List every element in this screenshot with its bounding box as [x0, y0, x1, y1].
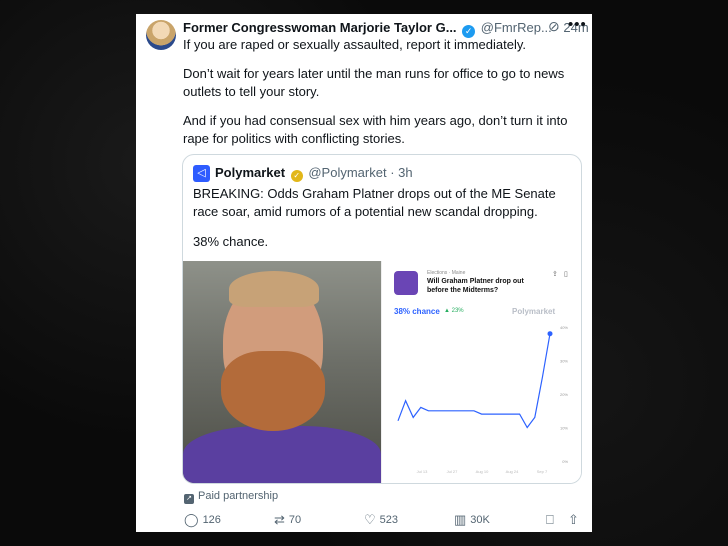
paid-partnership: ↗ Paid partnership: [184, 490, 278, 504]
x-tick-label: Jul 13: [417, 469, 428, 474]
quote-handle[interactable]: @Polymarket: [308, 165, 386, 180]
quote-header: Polymarket ✓ @Polymarket · 3h: [215, 165, 413, 182]
views-icon: ▥: [454, 512, 467, 527]
paid-partnership-icon: ↗: [184, 494, 194, 504]
paid-partnership-label: Paid partnership: [198, 490, 279, 502]
y-tick-label: 40%: [560, 325, 568, 330]
quote-paragraph: 38% chance.: [193, 234, 269, 249]
tweet-paragraph: And if you had consensual sex with him y…: [183, 113, 568, 146]
tweet-paragraph: Don’t wait for years later until the man…: [183, 66, 565, 99]
odds-series-line: [397, 333, 551, 429]
verified-org-badge-icon: ✓: [290, 170, 303, 182]
x-tick-label: Jul 27: [447, 469, 458, 474]
tweet-text: If you are raped or sexually assaulted, …: [183, 36, 583, 159]
x-tick-label: Aug 24: [506, 469, 519, 474]
like-button[interactable]: ♡ 523: [364, 512, 398, 528]
x-tick-label: Aug 10: [476, 469, 489, 474]
author-name[interactable]: Former Congresswoman Marjorie Taylor G..…: [183, 20, 457, 35]
reply-count: 126: [202, 514, 221, 526]
author-handle[interactable]: @FmrRep...: [481, 20, 552, 35]
view-count: 30K: [470, 514, 490, 526]
more-options-icon[interactable]: •••: [568, 16, 587, 33]
y-tick-label: 20%: [560, 392, 568, 397]
quoted-tweet[interactable]: ◁ Polymarket ✓ @Polymarket · 3h BREAKING…: [182, 154, 582, 484]
quote-text: BREAKING: Odds Graham Platner drops out …: [193, 185, 573, 263]
market-card[interactable]: Elections · Maine Will Graham Platner dr…: [381, 261, 581, 483]
reply-icon: ◯: [184, 512, 199, 527]
latest-value-point: [547, 331, 553, 337]
quote-time[interactable]: 3h: [398, 165, 412, 180]
y-tick-label: 10%: [560, 426, 568, 431]
beard-shape: [221, 351, 325, 431]
quote-paragraph: BREAKING: Odds Graham Platner drops out …: [193, 186, 556, 219]
repost-button[interactable]: ⇄ 70: [274, 512, 301, 528]
share-icon: ⇧: [568, 512, 579, 527]
x-tick-label: Sep 7: [537, 469, 548, 474]
grok-icon[interactable]: ⊘: [548, 18, 560, 35]
tweet-paragraph: If you are raped or sexually assaulted, …: [183, 37, 526, 52]
hair-shape: [229, 271, 319, 307]
y-tick-label: 0%: [562, 459, 568, 464]
views-button[interactable]: ▥ 30K: [454, 512, 490, 528]
reply-button[interactable]: ◯ 126: [184, 512, 221, 528]
tweet-card: Former Congresswoman Marjorie Taylor G..…: [136, 14, 592, 532]
bookmark-button[interactable]: ⎕: [546, 512, 554, 528]
bookmark-icon: ⎕: [546, 512, 554, 527]
odds-chart: 40% 30% 20% 10% 0% Jul 13 Jul 27 Aug 10 Aug 24 Se…: [397, 325, 568, 474]
like-count: 523: [379, 514, 399, 526]
author-avatar[interactable]: [146, 20, 176, 50]
repost-count: 70: [288, 514, 302, 526]
polymarket-logo-icon: ◁: [193, 165, 210, 182]
repost-icon: ⇄: [274, 512, 285, 527]
share-button[interactable]: ⇧: [568, 512, 579, 528]
quote-author-name[interactable]: Polymarket: [215, 165, 285, 180]
portrait-image[interactable]: [183, 261, 381, 483]
hoodie-shape: [183, 426, 381, 483]
heart-icon: ♡: [364, 512, 376, 527]
y-tick-label: 30%: [560, 359, 568, 364]
